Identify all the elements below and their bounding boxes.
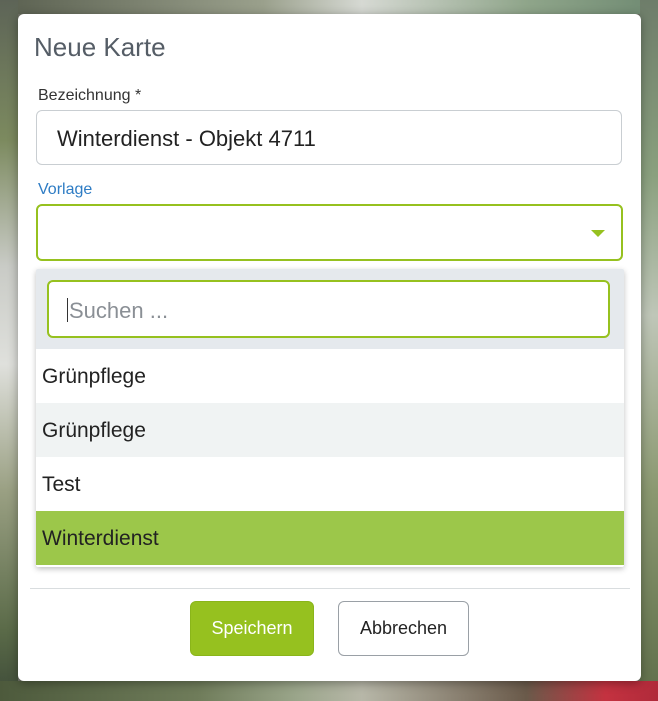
- dropdown-option-selected[interactable]: Winterdienst: [36, 511, 624, 565]
- option-label: Winterdienst: [42, 527, 159, 550]
- caret-down-icon[interactable]: [591, 230, 605, 237]
- dropdown-option[interactable]: Grünpflege: [36, 349, 624, 403]
- map-edge-right: [640, 0, 658, 701]
- option-label: Grünpflege: [42, 365, 146, 388]
- dropdown-search-input[interactable]: Suchen ...: [47, 280, 610, 338]
- template-field-label: Vorlage: [38, 181, 93, 198]
- name-field[interactable]: Winterdienst - Objekt 4711: [36, 110, 622, 165]
- dropdown-option[interactable]: Grünpflege: [36, 403, 624, 457]
- map-edge-left: [0, 0, 18, 701]
- new-map-dialog: Neue Karte Bezeichnung * Winterdienst - …: [18, 14, 641, 681]
- save-button[interactable]: Speichern: [190, 601, 314, 656]
- map-edge-top: [0, 0, 658, 14]
- option-label: Test: [42, 473, 81, 496]
- dialog-title: Neue Karte: [34, 32, 166, 62]
- name-field-value: Winterdienst - Objekt 4711: [57, 126, 316, 151]
- text-cursor: [67, 298, 68, 322]
- footer-divider: [30, 588, 630, 589]
- dropdown-option[interactable]: Test: [36, 457, 624, 511]
- map-edge-bottom: [0, 681, 658, 701]
- template-dropdown: Suchen ... Grünpflege Grünpflege Test Wi…: [36, 269, 624, 567]
- dropdown-search-area: Suchen ...: [36, 269, 624, 349]
- option-label: Grünpflege: [42, 419, 146, 442]
- name-field-label: Bezeichnung *: [38, 87, 142, 104]
- template-select[interactable]: [36, 204, 623, 261]
- search-placeholder: Suchen ...: [69, 298, 169, 323]
- cancel-button[interactable]: Abbrechen: [338, 601, 469, 656]
